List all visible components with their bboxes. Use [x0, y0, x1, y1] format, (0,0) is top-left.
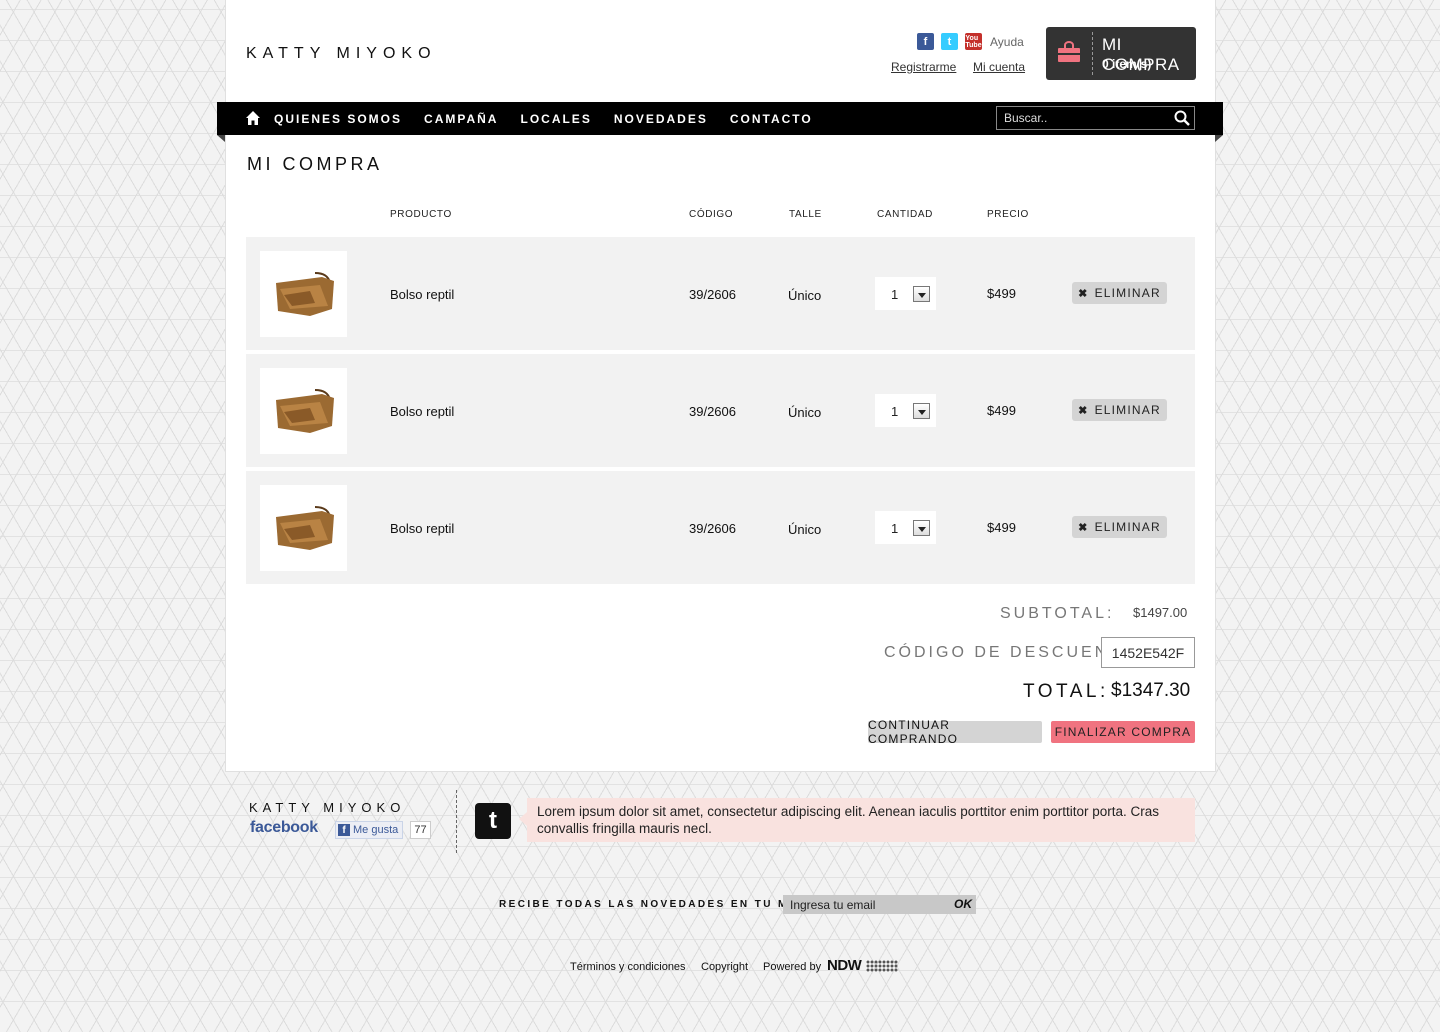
chevron-down-icon[interactable]: [913, 403, 930, 419]
close-icon: ✖: [1078, 287, 1089, 300]
product-size: Único: [788, 288, 822, 303]
delete-button[interactable]: ✖ ELIMINAR: [1072, 282, 1167, 304]
quantity-value: 1: [891, 404, 899, 419]
bag-image: [276, 389, 334, 433]
product-size: Único: [788, 405, 822, 420]
delete-label: ELIMINAR: [1094, 403, 1161, 417]
product-price: $499: [987, 403, 1016, 418]
search-icon[interactable]: [1174, 110, 1190, 126]
newsletter-email-input[interactable]: [783, 895, 943, 914]
cart-row: Bolso reptil 39/2606 Único 1 $499 ✖ ELIM…: [246, 354, 1195, 467]
subtotal-value: $1497.00: [1133, 605, 1188, 620]
product-size: Único: [788, 522, 822, 537]
brand-logo[interactable]: KATTY MIYOKO: [246, 45, 437, 63]
column-header-code: CÓDIGO: [689, 209, 734, 220]
social-links: f t You Tube: [917, 33, 982, 50]
page-title: MI COMPRA: [247, 154, 383, 174]
product-thumbnail[interactable]: [260, 485, 347, 571]
nav-item-locales[interactable]: LOCALES: [520, 112, 591, 126]
newsletter-label: RECIBE TODAS LAS NOVEDADES EN TU MAIL!: [499, 899, 818, 910]
like-count: 77: [410, 821, 431, 839]
delete-label: ELIMINAR: [1094, 286, 1161, 300]
column-header-size: TALLE: [789, 209, 822, 220]
footer-logo: KATTY MIYOKO: [249, 800, 406, 815]
newsletter-form: OK: [783, 895, 976, 914]
footer-divider: [456, 790, 457, 853]
newsletter-submit-button[interactable]: OK: [954, 897, 972, 911]
product-price: $499: [987, 520, 1016, 535]
quantity-select[interactable]: 1: [875, 511, 936, 544]
product-name[interactable]: Bolso reptil: [390, 287, 454, 302]
facebook-like-button[interactable]: f Me gusta: [335, 821, 403, 839]
cart-summary-button[interactable]: MI COMPRA 0 item(s): [1046, 27, 1196, 80]
help-link[interactable]: Ayuda: [990, 35, 1024, 49]
product-thumbnail[interactable]: [260, 368, 347, 454]
ndw-logo[interactable]: NDW: [827, 957, 862, 974]
total-label: TOTAL:: [1023, 681, 1109, 702]
powered-by-label: Powered by: [763, 961, 822, 973]
search-box: [996, 106, 1195, 130]
quantity-select[interactable]: 1: [875, 394, 936, 427]
subtotal-label: SUBTOTAL:: [1000, 605, 1115, 622]
delete-label: ELIMINAR: [1094, 520, 1161, 534]
cart-row: Bolso reptil 39/2606 Único 1 $499 ✖ ELIM…: [246, 471, 1195, 584]
like-label: Me gusta: [353, 824, 399, 836]
continue-shopping-button[interactable]: CONTINUAR COMPRANDO: [868, 718, 1042, 746]
nav-item-campana[interactable]: CAMPAÑA: [424, 112, 498, 126]
ndw-logo-dots: [866, 960, 898, 972]
terms-link[interactable]: Términos y condiciones: [570, 961, 686, 973]
cart-row: Bolso reptil 39/2606 Único 1 $499 ✖ ELIM…: [246, 237, 1195, 350]
latest-tweet: Lorem ipsum dolor sit amet, consectetur …: [519, 798, 1195, 842]
shopping-bag-icon: [1058, 41, 1080, 62]
checkout-button[interactable]: FINALIZAR COMPRA: [1051, 721, 1195, 743]
bag-image: [276, 272, 334, 316]
nav-item-novedades[interactable]: NOVEDADES: [614, 112, 708, 126]
delete-button[interactable]: ✖ ELIMINAR: [1072, 399, 1167, 421]
nav-item-contacto[interactable]: CONTACTO: [730, 112, 813, 126]
product-name[interactable]: Bolso reptil: [390, 521, 454, 536]
quantity-value: 1: [891, 521, 899, 536]
product-code: 39/2606: [689, 404, 736, 419]
discount-code-field[interactable]: [1101, 637, 1195, 668]
cart-divider: [1092, 32, 1093, 75]
quantity-value: 1: [891, 287, 899, 302]
product-price: $499: [987, 286, 1016, 301]
facebook-icon[interactable]: f: [917, 33, 934, 50]
main-nav: QUIENES SOMOS CAMPAÑA LOCALES NOVEDADES …: [217, 102, 1223, 142]
home-icon[interactable]: [245, 110, 261, 126]
chevron-down-icon[interactable]: [913, 520, 930, 536]
cart-item-count: 0 item(s): [1102, 57, 1152, 71]
column-header-quantity: CANTIDAD: [877, 209, 933, 220]
quantity-select[interactable]: 1: [875, 277, 936, 310]
chevron-down-icon[interactable]: [913, 286, 930, 302]
facebook-wordmark[interactable]: facebook: [250, 819, 318, 837]
close-icon: ✖: [1078, 404, 1089, 417]
search-input[interactable]: [997, 107, 1167, 129]
nav-menu: QUIENES SOMOS CAMPAÑA LOCALES NOVEDADES …: [274, 102, 813, 135]
total-value: $1347.30: [1111, 680, 1191, 701]
product-code: 39/2606: [689, 521, 736, 536]
column-header-price: PRECIO: [987, 209, 1029, 220]
account-link[interactable]: Mi cuenta: [973, 60, 1025, 74]
nav-item-quienes-somos[interactable]: QUIENES SOMOS: [274, 112, 402, 126]
register-link[interactable]: Registrarme: [891, 60, 956, 74]
facebook-icon: f: [338, 824, 350, 836]
column-header-product: PRODUCTO: [390, 209, 452, 220]
copyright-link[interactable]: Copyright: [701, 961, 748, 973]
twitter-icon[interactable]: t: [475, 803, 511, 839]
youtube-icon[interactable]: You Tube: [965, 33, 982, 50]
twitter-icon[interactable]: t: [941, 33, 958, 50]
product-code: 39/2606: [689, 287, 736, 302]
close-icon: ✖: [1078, 521, 1089, 534]
delete-button[interactable]: ✖ ELIMINAR: [1072, 516, 1167, 538]
bag-image: [276, 506, 334, 550]
product-name[interactable]: Bolso reptil: [390, 404, 454, 419]
product-thumbnail[interactable]: [260, 251, 347, 337]
